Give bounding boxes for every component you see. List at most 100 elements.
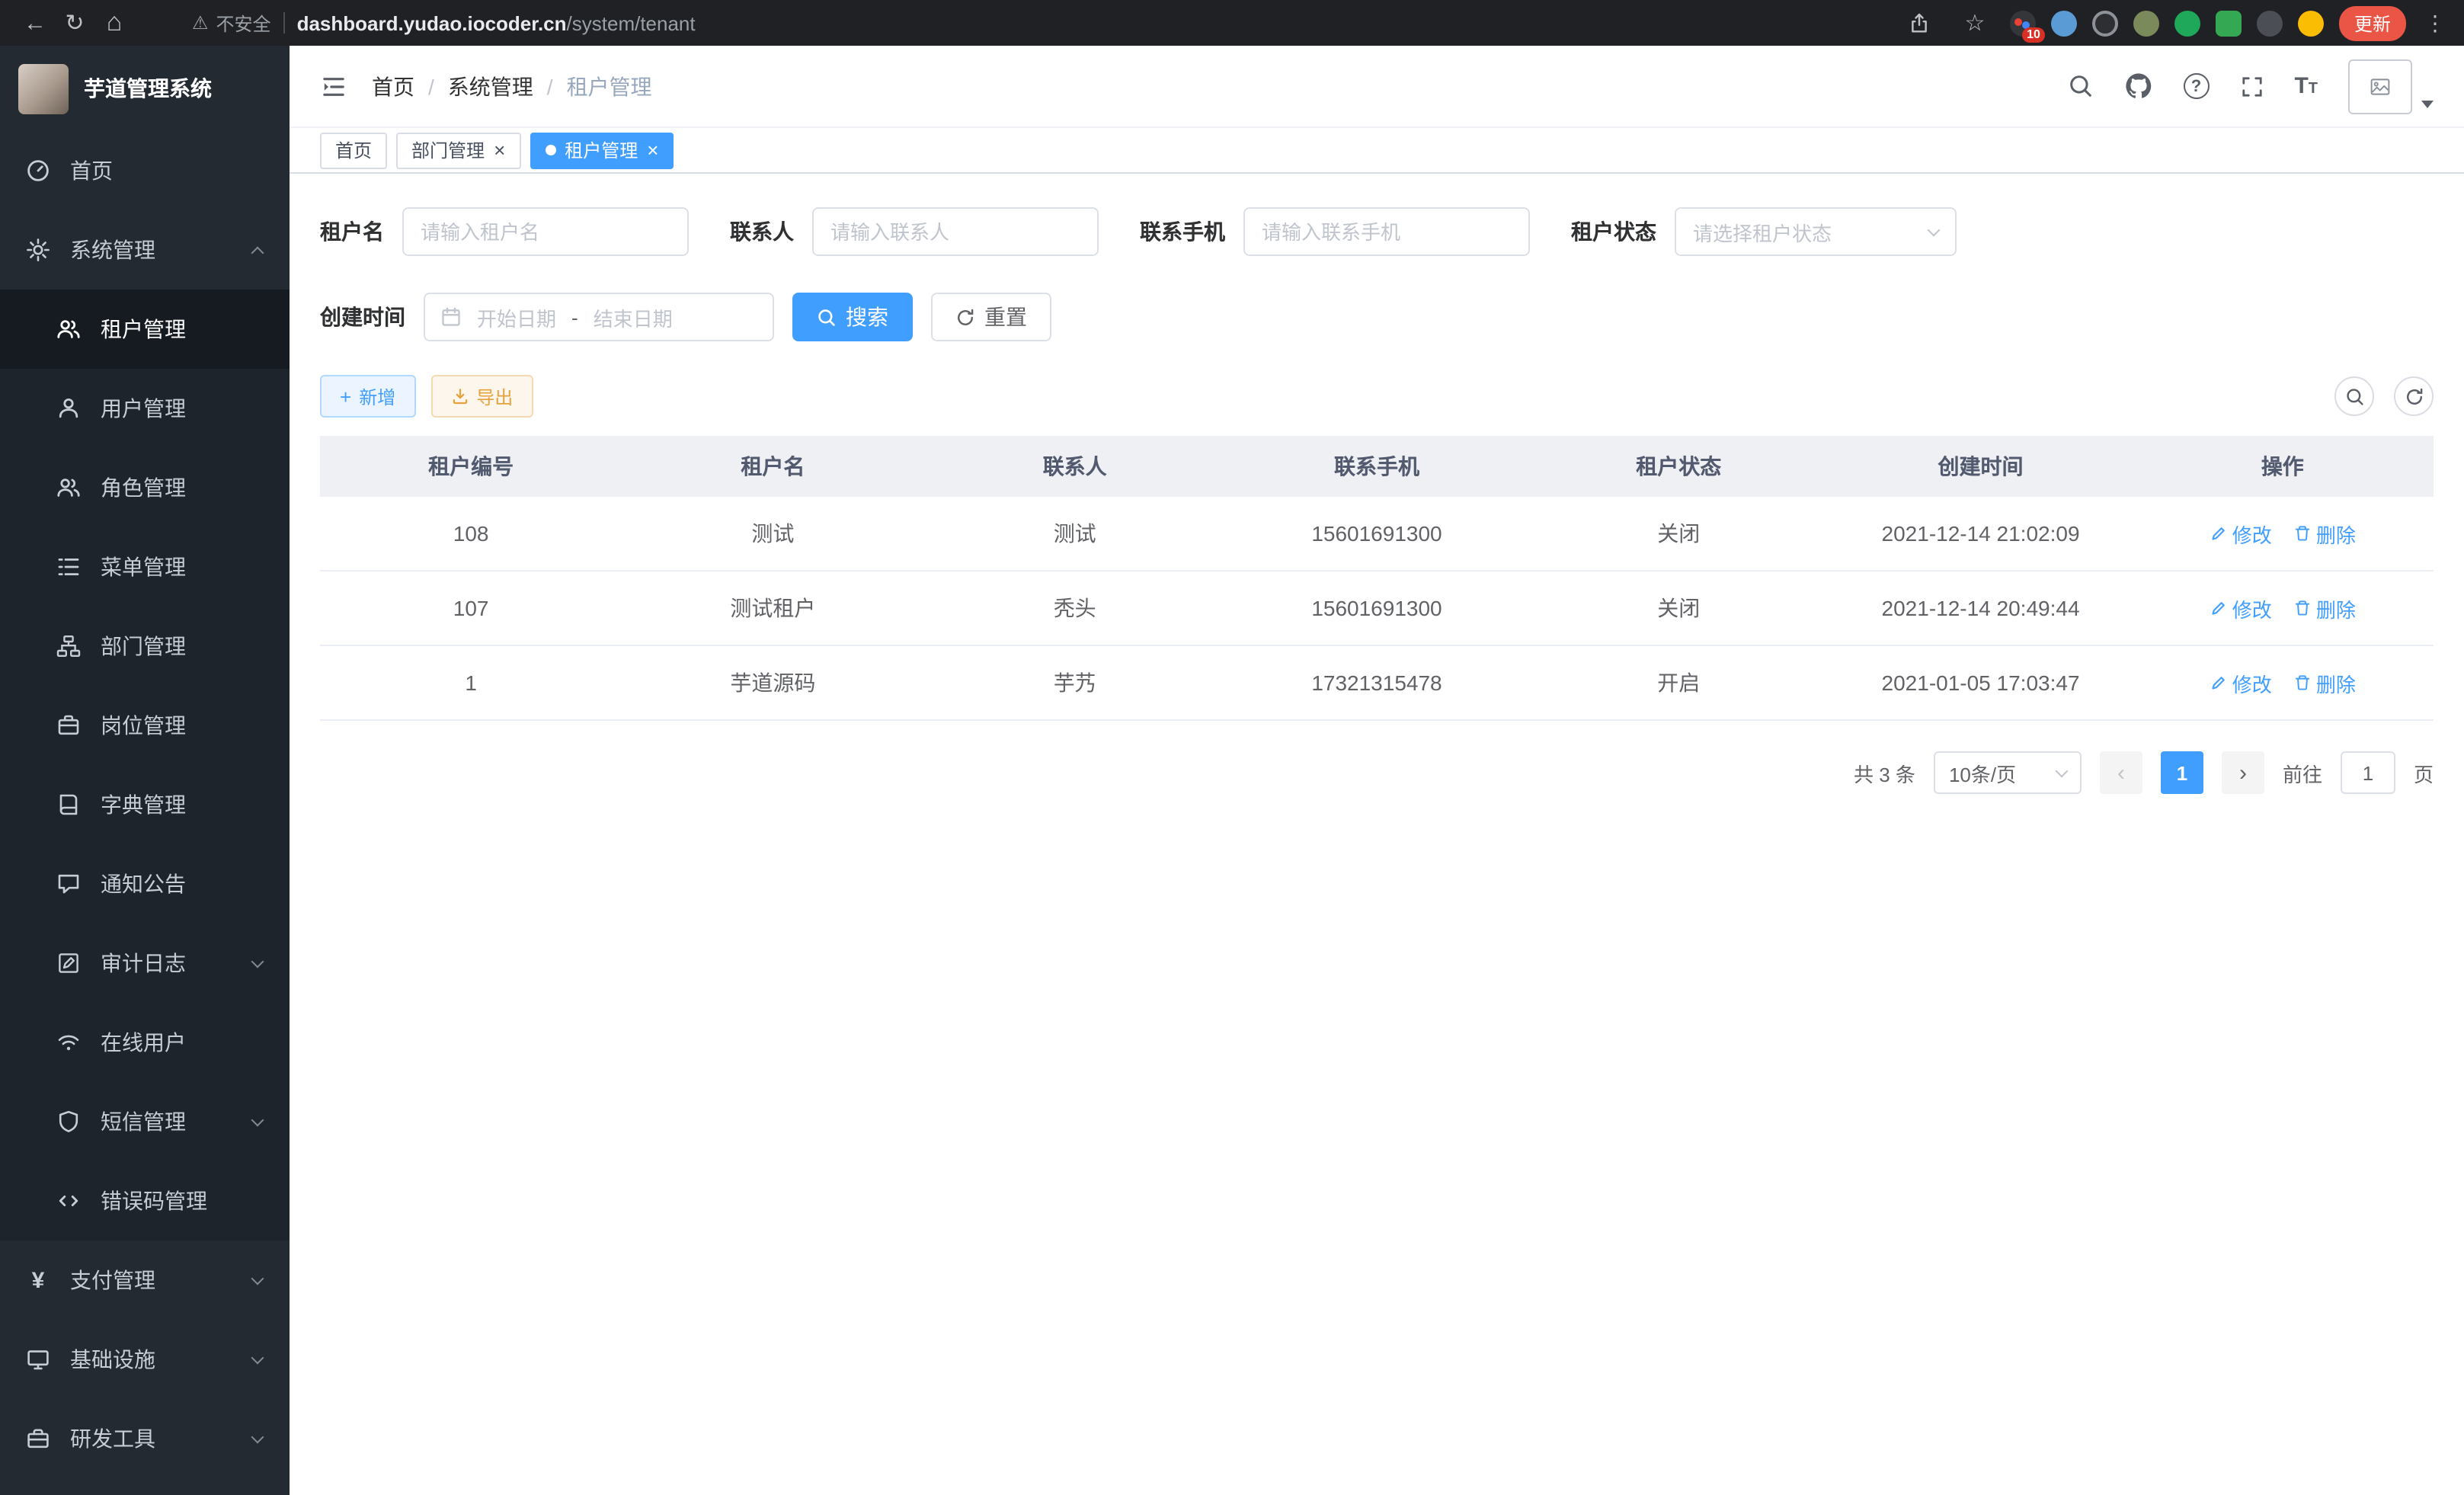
refresh-table-button[interactable] xyxy=(2394,376,2434,416)
table-row: 108 测试 测试 15601691300 关闭 2021-12-14 21:0… xyxy=(320,497,2434,571)
sidebar-item-user[interactable]: 用户管理 xyxy=(0,369,290,448)
search-button[interactable]: 搜索 xyxy=(792,293,913,341)
signal-icon xyxy=(56,1030,81,1055)
date-end-placeholder: 结束日期 xyxy=(594,303,673,331)
browser-back-icon[interactable]: ← xyxy=(15,3,55,43)
sidebar-item-tenant[interactable]: 租户管理 xyxy=(0,290,290,369)
sidebar-item-home[interactable]: 首页 xyxy=(0,131,290,210)
sidebar-item-dept[interactable]: 部门管理 xyxy=(0,607,290,686)
sidebar-item-pay[interactable]: ¥ 支付管理 xyxy=(0,1240,290,1320)
sidebar-item-menu[interactable]: 菜单管理 xyxy=(0,527,290,607)
share-icon[interactable] xyxy=(1900,3,1940,43)
column-header: 租户名 xyxy=(622,436,923,497)
toolbox-icon xyxy=(26,1426,50,1451)
pagination: 共 3 条 10条/页 ‹ 1 › 前往 页 xyxy=(320,751,2434,794)
page-size-select[interactable]: 10条/页 xyxy=(1934,751,2082,794)
app-header: 首页 / 系统管理 / 租户管理 ? xyxy=(290,46,2464,128)
browser-toolbar: ← ↻ ⌂ ⚠ 不安全 dashboard.yudao.iocoder.cn/s… xyxy=(0,0,2464,46)
phone-input[interactable] xyxy=(1243,207,1530,256)
extension-icon[interactable] xyxy=(2133,10,2159,36)
sidebar-item-error-code[interactable]: 错误码管理 xyxy=(0,1161,290,1240)
table-row: 107 测试租户 秃头 15601691300 关闭 2021-12-14 20… xyxy=(320,571,2434,646)
user-menu[interactable] xyxy=(2348,59,2434,114)
status-select[interactable]: 请选择租户状态 xyxy=(1675,207,1957,256)
sidebar-item-role[interactable]: 角色管理 xyxy=(0,448,290,527)
tab-close-icon[interactable]: × xyxy=(647,140,658,160)
contact-input[interactable] xyxy=(812,207,1099,256)
extension-icon[interactable] xyxy=(2298,10,2324,36)
sidebar-item-notice[interactable]: 通知公告 xyxy=(0,844,290,924)
org-tree-icon xyxy=(56,634,81,658)
cell-contact: 秃头 xyxy=(924,571,1226,645)
sidebar-item-label: 系统管理 xyxy=(70,235,155,265)
date-range-picker[interactable]: 开始日期 - 结束日期 xyxy=(424,293,774,341)
yen-icon: ¥ xyxy=(26,1268,50,1292)
users-icon xyxy=(56,475,81,500)
current-page[interactable]: 1 xyxy=(2161,751,2203,794)
app-title: 芋道管理系统 xyxy=(84,73,212,104)
breadcrumb-separator: / xyxy=(547,74,553,98)
logo[interactable]: 芋道管理系统 xyxy=(0,46,290,131)
cell-tenant-id: 108 xyxy=(320,500,622,567)
sidebar-item-label: 用户管理 xyxy=(101,393,186,424)
goto-page-input[interactable] xyxy=(2341,751,2395,794)
chevron-down-icon xyxy=(251,1351,264,1364)
tab-home[interactable]: 首页 xyxy=(320,132,387,168)
briefcase-icon xyxy=(56,713,81,738)
security-status[interactable]: ⚠ 不安全 xyxy=(192,10,271,36)
fullscreen-icon[interactable] xyxy=(2239,74,2264,98)
extension-icon[interactable] xyxy=(2174,10,2200,36)
extension-icon[interactable] xyxy=(2051,10,2077,36)
tab-close-icon[interactable]: × xyxy=(494,140,505,160)
sidebar-item-dict[interactable]: 字典管理 xyxy=(0,765,290,844)
sidebar-item-audit-log[interactable]: 审计日志 xyxy=(0,924,290,1003)
delete-link[interactable]: 删除 xyxy=(2293,594,2356,623)
github-icon[interactable] xyxy=(2123,72,2152,101)
sidebar-fold-icon[interactable] xyxy=(320,72,347,100)
browser-home-icon[interactable]: ⌂ xyxy=(94,3,134,43)
column-header: 租户状态 xyxy=(1528,436,1829,497)
browser-update-button[interactable]: 更新 xyxy=(2339,5,2406,40)
browser-menu-icon[interactable]: ⋮ xyxy=(2421,10,2449,36)
extension-icon[interactable]: 10 xyxy=(2010,10,2036,36)
bookmark-star-icon[interactable]: ☆ xyxy=(1955,3,1995,43)
add-button[interactable]: + 新增 xyxy=(320,375,415,418)
tab-tenant[interactable]: 租户管理 × xyxy=(530,132,674,168)
edit-link[interactable]: 修改 xyxy=(2210,519,2272,548)
code-icon xyxy=(56,1189,81,1213)
next-page-button[interactable]: › xyxy=(2222,751,2264,794)
extension-icon[interactable] xyxy=(2216,10,2242,36)
tab-dept[interactable]: 部门管理 × xyxy=(396,132,520,168)
sidebar-item-label: 岗位管理 xyxy=(101,710,186,741)
edit-link[interactable]: 修改 xyxy=(2210,668,2272,697)
reset-button[interactable]: 重置 xyxy=(931,293,1051,341)
breadcrumb-home[interactable]: 首页 xyxy=(372,71,414,101)
chevron-down-icon xyxy=(251,1430,264,1443)
address-bar[interactable]: ⚠ 不安全 dashboard.yudao.iocoder.cn/system/… xyxy=(192,10,1900,36)
sidebar-item-system[interactable]: 系统管理 xyxy=(0,210,290,290)
header-search-icon[interactable] xyxy=(2067,73,2093,99)
cell-status: 关闭 xyxy=(1528,497,1829,570)
breadcrumb-system[interactable]: 系统管理 xyxy=(448,71,533,101)
sidebar-item-online-user[interactable]: 在线用户 xyxy=(0,1003,290,1082)
font-size-icon[interactable]: TT xyxy=(2294,73,2318,99)
sidebar-item-devtools[interactable]: 研发工具 xyxy=(0,1399,290,1478)
delete-link[interactable]: 删除 xyxy=(2293,668,2356,697)
hide-search-button[interactable] xyxy=(2334,376,2374,416)
delete-link[interactable]: 删除 xyxy=(2293,519,2356,548)
tenant-name-input[interactable] xyxy=(402,207,689,256)
extension-icon[interactable] xyxy=(2092,10,2118,36)
sidebar-item-label: 错误码管理 xyxy=(101,1186,207,1216)
prev-page-button[interactable]: ‹ xyxy=(2100,751,2142,794)
edit-note-icon xyxy=(56,951,81,975)
sidebar-item-label: 首页 xyxy=(70,155,113,186)
chevron-down-icon xyxy=(2055,764,2068,777)
sidebar-item-sms[interactable]: 短信管理 xyxy=(0,1082,290,1161)
browser-reload-icon[interactable]: ↻ xyxy=(55,3,94,43)
help-icon[interactable]: ? xyxy=(2183,73,2209,99)
edit-link[interactable]: 修改 xyxy=(2210,594,2272,623)
sidebar-item-post[interactable]: 岗位管理 xyxy=(0,686,290,765)
extension-icon[interactable] xyxy=(2257,10,2283,36)
sidebar-item-infra[interactable]: 基础设施 xyxy=(0,1320,290,1399)
export-button[interactable]: 导出 xyxy=(430,375,533,418)
